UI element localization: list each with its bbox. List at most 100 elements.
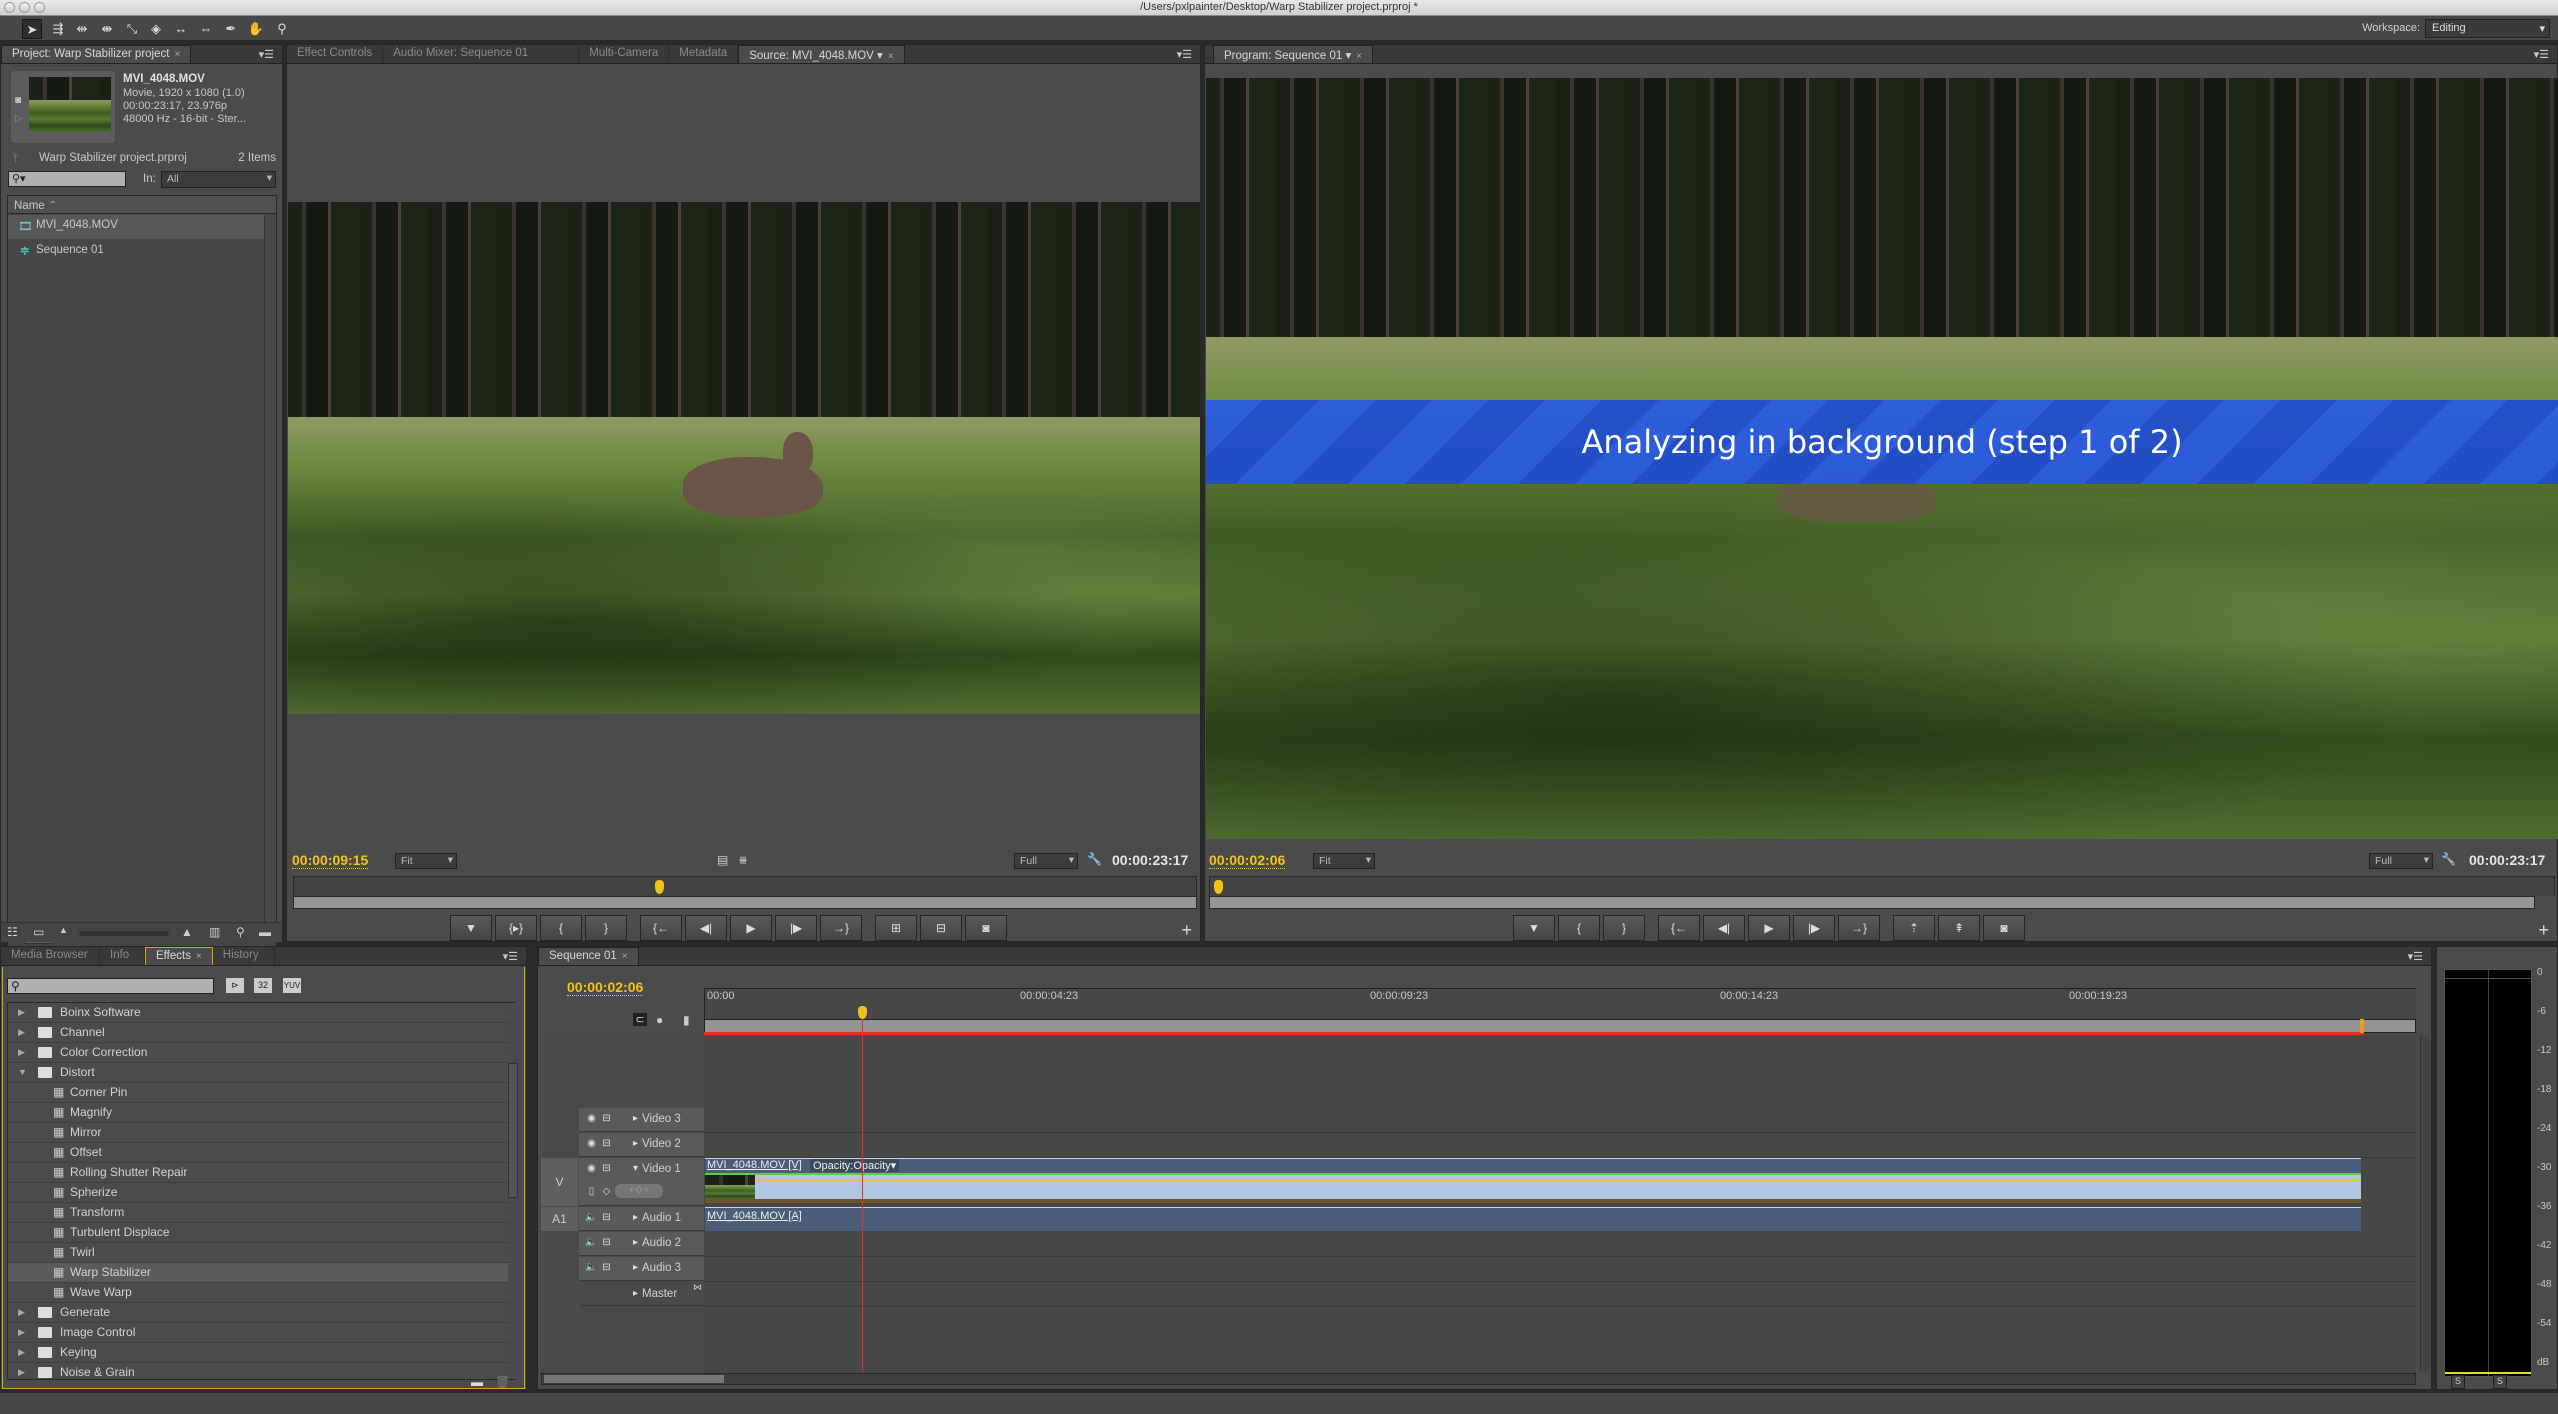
eye-icon[interactable]: ◉: [585, 1162, 598, 1175]
snap-icon[interactable]: ⊂: [633, 1013, 647, 1026]
program-zoom-scrollbar[interactable]: [1209, 896, 2535, 909]
keyframe-navigator[interactable]: ‹ ◇ ›: [615, 1184, 663, 1198]
panel-menu-icon[interactable]: ▾☰: [503, 950, 518, 963]
expand-triangle-icon[interactable]: ▶: [18, 1043, 25, 1062]
panel-menu-icon[interactable]: ▾☰: [259, 48, 274, 61]
video-target-v[interactable]: V: [541, 1158, 578, 1206]
play-button[interactable]: ▶: [730, 915, 772, 941]
eye-icon[interactable]: ◉: [585, 1137, 598, 1150]
source-current-timecode[interactable]: 00:00:09:15: [292, 852, 369, 869]
thumbnail-size-slider[interactable]: [79, 931, 169, 936]
sync-lock-icon[interactable]: ⊟: [600, 1112, 613, 1125]
source-playhead[interactable]: [655, 880, 665, 894]
effect-item[interactable]: ▦ Magnify: [8, 1103, 514, 1123]
insert-button[interactable]: ⊞: [875, 915, 917, 941]
effects-folder[interactable]: ▶ Color Correction: [8, 1043, 514, 1063]
tab-media-browser[interactable]: Media Browser: [1, 947, 100, 965]
source-zoom-scrollbar[interactable]: [293, 896, 1197, 909]
project-item[interactable]: ≑ Sequence 01: [8, 240, 266, 264]
drag-audio-only-icon[interactable]: ⧻: [738, 853, 748, 867]
delete-icon[interactable]: 🗑: [495, 1375, 510, 1389]
close-icon[interactable]: ×: [622, 951, 628, 962]
tab-source[interactable]: Source: MVI_4048.MOV ▾ ×: [738, 45, 905, 63]
scrollbar-thumb[interactable]: [544, 1375, 724, 1383]
in-select[interactable]: All: [161, 171, 276, 188]
effect-item[interactable]: ▦ Corner Pin: [8, 1083, 514, 1103]
effect-item[interactable]: ▦ Wave Warp: [8, 1283, 514, 1303]
effects-folder[interactable]: ▶ Channel: [8, 1023, 514, 1043]
new-custom-bin-icon[interactable]: ▬: [471, 1375, 483, 1389]
accelerated-effects-filter-button[interactable]: ⊳: [226, 978, 244, 993]
chevron-down-icon[interactable]: ▾: [1345, 50, 1351, 62]
expand-triangle-icon[interactable]: ▸: [629, 1261, 642, 1274]
effects-scrollbar[interactable]: [508, 1003, 518, 1379]
button-editor-plus-icon[interactable]: +: [1181, 920, 1192, 941]
speaker-icon[interactable]: 🔈: [585, 1236, 598, 1249]
poster-frame-icon[interactable]: ◙: [15, 95, 21, 106]
settings-wrench-icon[interactable]: 🔧: [1087, 852, 1102, 866]
sync-lock-icon[interactable]: ⊟: [600, 1261, 613, 1274]
mark-in-out-button[interactable]: {▸}: [495, 915, 537, 941]
track-select-tool-icon[interactable]: ⇶: [48, 19, 68, 39]
expand-triangle-icon[interactable]: ▶: [18, 1003, 25, 1022]
effect-item[interactable]: ▦ Transform: [8, 1203, 514, 1223]
expand-triangle-icon[interactable]: ▶: [18, 1023, 25, 1042]
workspace-select[interactable]: Editing ▾: [2425, 19, 2550, 38]
list-view-icon[interactable]: ☷: [7, 925, 18, 939]
set-marker-icon[interactable]: ●: [656, 1013, 663, 1027]
effects-folder[interactable]: ▼ Distort: [8, 1063, 514, 1083]
program-time-ruler[interactable]: [1209, 876, 2555, 896]
audio-clip[interactable]: MVI_4048.MOV [A]: [705, 1207, 2361, 1231]
ripple-edit-tool-icon[interactable]: ⇹: [72, 19, 92, 39]
source-zoom-select[interactable]: Fit: [395, 853, 457, 869]
razor-tool-icon[interactable]: ◈: [146, 19, 166, 39]
rolling-edit-tool-icon[interactable]: ⇼: [97, 19, 117, 39]
opacity-rubberband[interactable]: [705, 1180, 2361, 1181]
solo-left-button[interactable]: S: [2451, 1375, 2465, 1389]
program-playhead[interactable]: [1214, 880, 1224, 894]
close-icon[interactable]: ×: [174, 49, 180, 60]
play-button[interactable]: ▶: [1748, 915, 1790, 941]
timeline-ruler[interactable]: [704, 988, 2416, 1021]
project-item[interactable]: 🎞 MVI_4048.MOV: [8, 215, 266, 239]
add-marker-button[interactable]: ▼: [1513, 915, 1555, 941]
scrollbar-thumb[interactable]: [508, 1063, 518, 1198]
lift-button[interactable]: ⇡: [1893, 915, 1935, 941]
audio-target-a1[interactable]: A1: [541, 1207, 578, 1231]
effect-item[interactable]: ▦ Offset: [8, 1143, 514, 1163]
sequence-marker-icon[interactable]: ▮: [683, 1013, 690, 1027]
effect-item[interactable]: ▦ Warp Stabilizer: [8, 1263, 514, 1283]
effect-item[interactable]: ▦ Turbulent Displace: [8, 1223, 514, 1243]
sync-lock-icon[interactable]: ⊟: [600, 1162, 613, 1175]
program-current-timecode[interactable]: 00:00:02:06: [1209, 852, 1286, 869]
drag-video-only-icon[interactable]: ▤: [717, 853, 728, 867]
step-back-button[interactable]: ◀|: [1703, 915, 1745, 941]
go-to-out-button[interactable]: →}: [820, 915, 862, 941]
tab-audio-mixer[interactable]: Audio Mixer: Sequence 01: [383, 45, 580, 63]
slide-tool-icon[interactable]: ⇔: [196, 19, 216, 39]
pen-tool-icon[interactable]: ✒: [221, 19, 241, 39]
panel-menu-icon[interactable]: ▾☰: [2408, 950, 2423, 963]
solo-right-button[interactable]: S: [2493, 1375, 2507, 1389]
close-icon[interactable]: ×: [1356, 51, 1362, 62]
close-icon[interactable]: ×: [196, 951, 202, 962]
collapse-triangle-icon[interactable]: ▾: [629, 1162, 642, 1175]
overwrite-button[interactable]: ⊟: [920, 915, 962, 941]
project-search-input[interactable]: ⚲▾: [8, 171, 126, 187]
column-header-name[interactable]: Name ⌃: [8, 196, 276, 214]
zoom-tool-icon[interactable]: ⚲: [272, 19, 292, 39]
program-resolution-select[interactable]: Full: [2369, 853, 2433, 869]
play-thumbnail-icon[interactable]: ▷: [15, 113, 23, 124]
icon-view-icon[interactable]: ▭: [33, 925, 44, 939]
mark-out-button[interactable]: }: [585, 915, 627, 941]
add-marker-button[interactable]: ▼: [450, 915, 492, 941]
slip-tool-icon[interactable]: ↔: [171, 19, 191, 39]
speaker-icon[interactable]: 🔈: [585, 1211, 598, 1224]
source-resolution-select[interactable]: Full: [1014, 853, 1078, 869]
source-video-frame[interactable]: [288, 202, 1200, 714]
speaker-icon[interactable]: 🔈: [585, 1261, 598, 1274]
bin-up-icon[interactable]: ⤒: [13, 151, 18, 166]
effect-item[interactable]: ▦ Spherize: [8, 1183, 514, 1203]
panel-menu-icon[interactable]: ▾☰: [1177, 48, 1192, 61]
program-zoom-select[interactable]: Fit: [1313, 853, 1375, 869]
